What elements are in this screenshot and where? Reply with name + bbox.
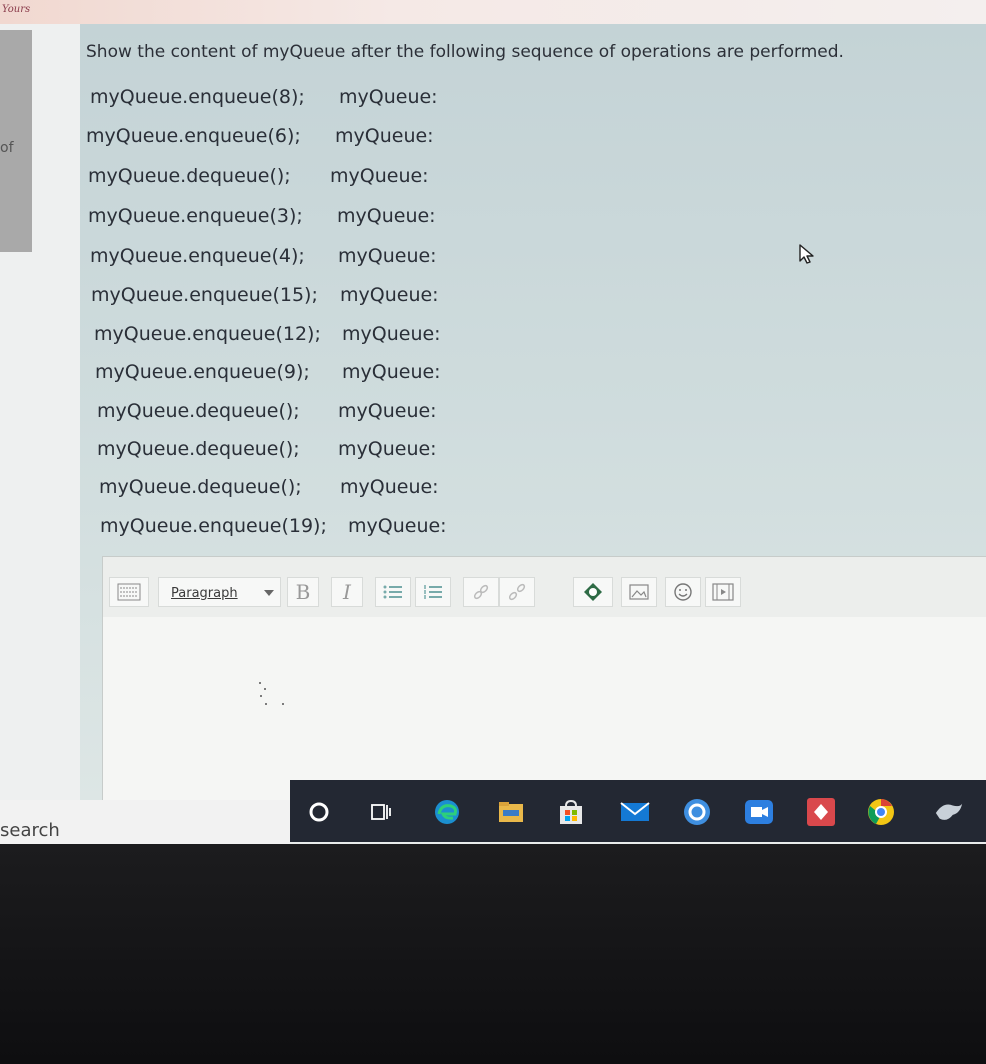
browser-top-strip: Yours (0, 0, 986, 24)
operation-call: myQueue.dequeue(); (97, 400, 300, 422)
bold-label: B (295, 580, 311, 604)
operation-call: myQueue.enqueue(4); (90, 245, 305, 267)
italic-button[interactable]: I (331, 577, 363, 607)
operation-call: myQueue.enqueue(9); (95, 361, 310, 383)
file-explorer-button[interactable] (496, 797, 526, 827)
task-view-button[interactable] (366, 797, 396, 827)
operation-result-label: myQueue: (335, 125, 434, 147)
video-button[interactable] (744, 797, 774, 827)
bullet-list-icon (383, 585, 402, 599)
store-icon (560, 799, 582, 824)
toolbar-toggle-icon (117, 583, 141, 601)
operation-result-label: myQueue: (338, 245, 437, 267)
answer-editor[interactable]: Paragraph B I (102, 556, 986, 802)
mouse-cursor-icon (799, 244, 814, 264)
file-explorer-icon (499, 802, 523, 822)
operation-call: myQueue.dequeue(); (88, 165, 291, 187)
link-button[interactable] (463, 577, 499, 607)
media-button[interactable] (705, 577, 741, 607)
app-bird-icon (935, 803, 963, 820)
photos-icon (807, 798, 835, 826)
image-button[interactable] (621, 577, 657, 607)
mail-button[interactable] (620, 797, 650, 827)
taskbar-search-label: search (0, 820, 60, 841)
operation-result-label: myQueue: (338, 400, 437, 422)
edge-icon (435, 800, 459, 824)
edge-button[interactable] (432, 797, 462, 827)
numbered-list-button[interactable] (415, 577, 451, 607)
operation-result-label: myQueue: (340, 476, 439, 498)
cortana-icon (309, 802, 329, 822)
operation-call: myQueue.enqueue(8); (90, 86, 305, 108)
app-button[interactable] (682, 797, 712, 827)
chrome-button[interactable] (866, 797, 896, 827)
left-pane-fragment: of (0, 140, 14, 156)
operation-result-label: myQueue: (340, 284, 439, 306)
store-button[interactable] (556, 797, 586, 827)
operation-call: myQueue.enqueue(6); (86, 125, 301, 147)
operation-result-label: myQueue: (339, 86, 438, 108)
media-icon (712, 583, 734, 601)
app-icon (684, 799, 710, 825)
app-bird-button[interactable] (934, 797, 964, 827)
editor-toolbar: Paragraph B I (103, 557, 986, 618)
task-view-icon (371, 804, 391, 820)
video-icon (745, 800, 773, 824)
chrome-icon (868, 799, 894, 825)
operation-call: myQueue.enqueue(19); (100, 515, 327, 537)
image-icon (629, 584, 649, 600)
emoji-icon (674, 583, 692, 601)
bullet-list-button[interactable] (375, 577, 411, 607)
emoji-button[interactable] (665, 577, 701, 607)
cortana-button[interactable] (304, 797, 334, 827)
operation-result-label: myQueue: (338, 438, 437, 460)
mail-icon (620, 802, 650, 821)
operation-result-label: myQueue: (330, 165, 429, 187)
chevron-down-icon (264, 590, 274, 596)
question-prompt: Show the content of myQueue after the fo… (86, 42, 844, 62)
editor-content-area[interactable] (103, 617, 986, 801)
toolbar-toggle-button[interactable] (109, 577, 149, 607)
h5p-icon (584, 583, 602, 601)
operation-call: myQueue.enqueue(3); (88, 205, 303, 227)
unlink-button[interactable] (499, 577, 535, 607)
numbered-list-icon (424, 585, 442, 599)
photos-button[interactable] (806, 797, 836, 827)
loading-dots-icon (259, 682, 284, 705)
operation-result-label: myQueue: (342, 361, 441, 383)
h5p-button[interactable] (573, 577, 613, 607)
paragraph-format-label: Paragraph (171, 586, 238, 601)
unlink-icon (508, 583, 526, 601)
operation-result-label: myQueue: (337, 205, 436, 227)
italic-label: I (343, 580, 351, 604)
operation-call: myQueue.enqueue(15); (91, 284, 318, 306)
link-icon (473, 584, 489, 600)
operation-call: myQueue.dequeue(); (99, 476, 302, 498)
operation-result-label: myQueue: (348, 515, 447, 537)
bold-button[interactable]: B (287, 577, 319, 607)
operation-result-label: myQueue: (342, 323, 441, 345)
monitor-bezel (0, 844, 986, 1064)
paragraph-format-select[interactable]: Paragraph (158, 577, 281, 607)
screen: Yours of Show the content of myQueue aft… (0, 0, 986, 850)
operation-call: myQueue.dequeue(); (97, 438, 300, 460)
top-label: Yours (2, 4, 31, 15)
operation-call: myQueue.enqueue(12); (94, 323, 321, 345)
